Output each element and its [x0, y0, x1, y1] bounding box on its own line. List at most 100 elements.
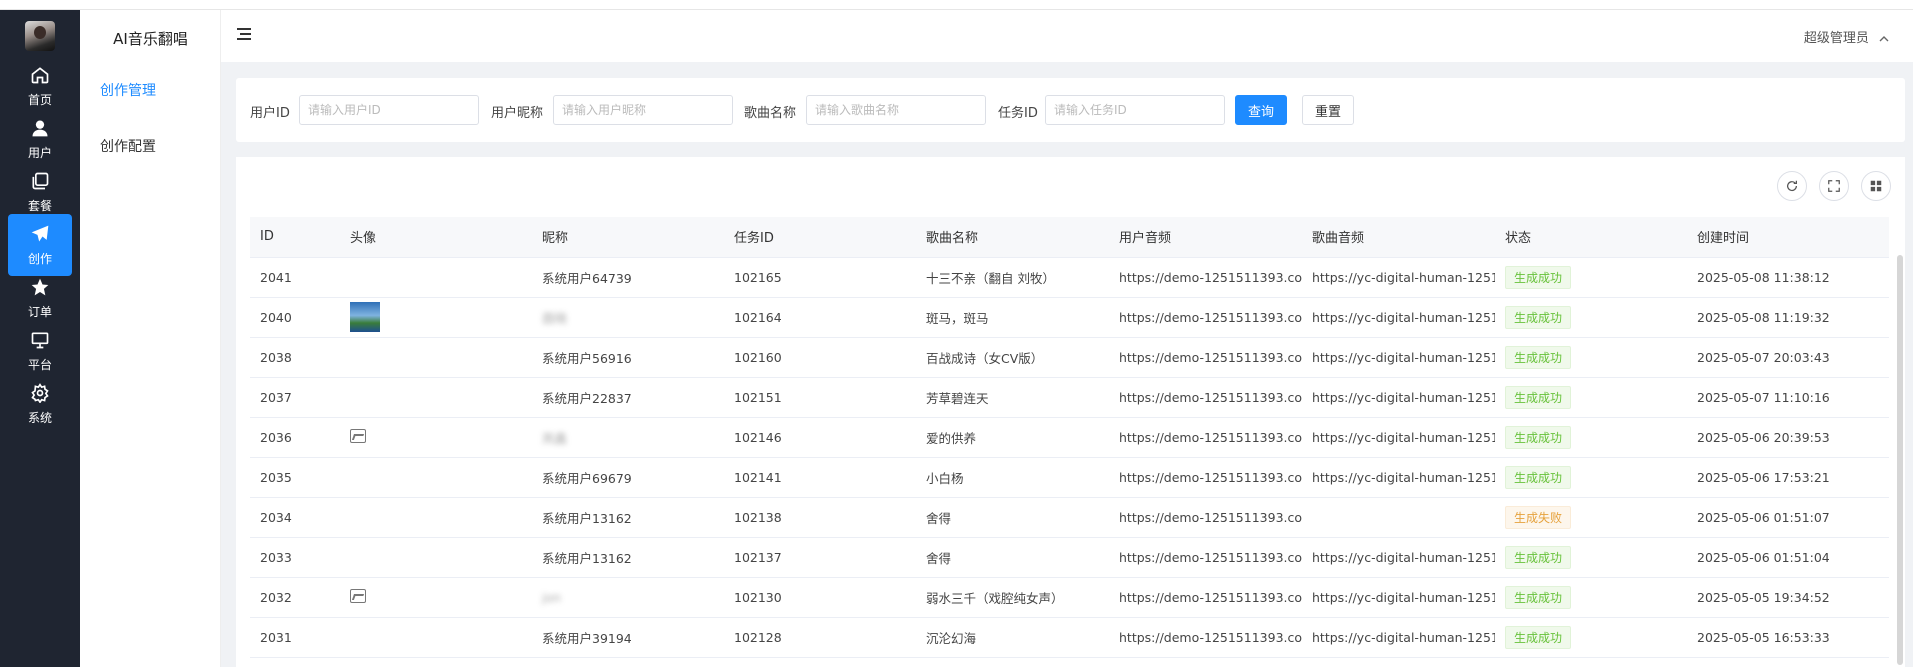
- cell-song-name: 小白杨: [916, 457, 1109, 498]
- table-row: 2041 系统用户64739 102165 十三不亲（翻自 刘牧） https://de…: [250, 257, 1889, 298]
- send-icon: [31, 225, 49, 241]
- task-id-input[interactable]: [1045, 95, 1225, 125]
- query-button[interactable]: 查询: [1235, 95, 1288, 125]
- table-row: 2038 系统用户56916 102160 百战成诗（女CV版） https://dem…: [250, 337, 1889, 378]
- refresh-button[interactable]: [1777, 171, 1807, 201]
- cell-id: 2036: [250, 417, 340, 458]
- reset-button[interactable]: 重置: [1302, 95, 1355, 125]
- cell-user-audio[interactable]: https://demo-1251511393.cos.a: [1109, 297, 1302, 338]
- table-row: 2035 系统用户69679 102141 小白杨 https://demo-12515…: [250, 457, 1889, 498]
- status-badge: 生成成功: [1505, 385, 1572, 409]
- status-badge: 生成成功: [1505, 345, 1572, 369]
- cell-created-time: 2025-05-05 19:34:52: [1687, 577, 1889, 618]
- column-settings-button[interactable]: [1861, 171, 1891, 201]
- user-icon: [32, 120, 48, 136]
- cell-nickname: 系统用户39194: [532, 617, 724, 658]
- cell-song-audio[interactable]: https://yc-digital-human-12515: [1302, 617, 1495, 658]
- song-name-label: 歌曲名称: [744, 106, 797, 121]
- cell-status: 生成成功: [1495, 377, 1687, 418]
- cell-user-audio[interactable]: https://demo-1251511393.cos.a: [1109, 257, 1302, 298]
- cell-song-audio[interactable]: https://yc-digital-human-12515: [1302, 537, 1495, 578]
- cell-song-audio[interactable]: https://yc-digital-human-12515: [1302, 337, 1495, 378]
- home-icon: [31, 66, 49, 83]
- status-badge: 生成成功: [1505, 465, 1572, 489]
- col-song-name: 歌曲名称: [916, 217, 1109, 258]
- cell-user-audio[interactable]: https://demo-1251511393.cos.a: [1109, 337, 1302, 378]
- cell-song-audio[interactable]: https://yc-digital-human-12515: [1302, 457, 1495, 498]
- cell-user-audio[interactable]: https://demo-1251511393.cos.a: [1109, 417, 1302, 458]
- cell-song-audio[interactable]: https://yc-digital-human-12515: [1302, 417, 1495, 458]
- refresh-icon: [1787, 180, 1797, 192]
- cell-created-time: 2025-05-07 20:03:43: [1687, 337, 1889, 378]
- col-user-audio: 用户音频: [1109, 217, 1302, 258]
- cell-song-name: 舍得: [916, 537, 1109, 578]
- top-strip: [0, 0, 1913, 10]
- cell-user-audio[interactable]: https://demo-1251511393.cos.a: [1109, 377, 1302, 418]
- cell-task-id: 102165: [724, 257, 916, 298]
- sidebar-item-system[interactable]: 系统: [8, 373, 72, 435]
- cell-avatar: [340, 337, 532, 378]
- package-icon: [32, 172, 49, 189]
- cell-created-time: 2025-05-08 11:38:12: [1687, 257, 1889, 298]
- secondary-menu: AI音乐翻唱 创作管理 创作配置: [80, 10, 221, 667]
- cell-user-audio[interactable]: https://demo-1251511393.cos.a: [1109, 537, 1302, 578]
- cell-avatar: [340, 257, 532, 298]
- menu-item-create-config[interactable]: 创作配置: [100, 136, 156, 156]
- cell-user-audio[interactable]: https://demo-1251511393.cos.a: [1109, 617, 1302, 658]
- cell-avatar: [340, 457, 532, 498]
- user-id-input[interactable]: [299, 95, 479, 125]
- cell-song-name: 沉沦幻海: [916, 617, 1109, 658]
- cell-id: 2033: [250, 537, 340, 578]
- cell-song-name: 百战成诗（女CV版）: [916, 337, 1109, 378]
- cell-created-time: 2025-05-07 11:10:16: [1687, 377, 1889, 418]
- table-row: 2040 酉晓 102164 斑马，斑马 https://demo-1251511393…: [250, 297, 1889, 338]
- cell-nickname: jon: [532, 577, 724, 618]
- menu-toggle-icon[interactable]: [237, 28, 251, 40]
- image-placeholder-icon: [350, 428, 366, 443]
- user-menu[interactable]: 超级管理员: [1804, 27, 1889, 46]
- fullscreen-button[interactable]: [1819, 171, 1849, 201]
- cell-nickname: 系统用户56916: [532, 337, 724, 378]
- main-sidebar: 首页 用户 套餐 创作 订单 平台 系统: [0, 10, 80, 667]
- col-created-time: 创建时间: [1687, 217, 1889, 258]
- nickname-input[interactable]: [553, 95, 733, 125]
- cell-user-audio[interactable]: https://demo-1251511393.cos.a: [1109, 497, 1302, 538]
- task-id-label: 任务ID: [998, 106, 1038, 121]
- avatar-image[interactable]: [350, 302, 380, 332]
- user-id-label: 用户ID: [250, 106, 290, 121]
- cell-song-name: 弱水三千（戏腔纯女声）: [916, 577, 1109, 618]
- cell-song-audio[interactable]: https://yc-digital-human-12515: [1302, 257, 1495, 298]
- cell-task-id: 102138: [724, 497, 916, 538]
- cell-song-name: 爱的供养: [916, 417, 1109, 458]
- cell-song-audio[interactable]: https://yc-digital-human-12515: [1302, 577, 1495, 618]
- cell-song-audio[interactable]: [1302, 497, 1495, 538]
- cell-user-audio[interactable]: https://demo-1251511393.cos.a: [1109, 457, 1302, 498]
- col-song-audio: 歌曲音频: [1302, 217, 1495, 258]
- cell-nickname: 系统用户69679: [532, 457, 724, 498]
- cell-nickname: 系统用户64739: [532, 257, 724, 298]
- star-icon: [31, 278, 49, 295]
- cell-song-audio[interactable]: https://yc-digital-human-12515: [1302, 377, 1495, 418]
- cell-status: 生成失败: [1495, 497, 1687, 538]
- cell-song-audio[interactable]: https://yc-digital-human-12515: [1302, 297, 1495, 338]
- cell-id: 2035: [250, 457, 340, 498]
- status-badge: 生成失败: [1505, 505, 1572, 529]
- table-scrollbar[interactable]: [1897, 255, 1903, 665]
- status-badge: 生成成功: [1505, 585, 1572, 609]
- cell-nickname: 系统用户13162: [532, 537, 724, 578]
- user-name: 超级管理员: [1803, 31, 1869, 46]
- table-header-row: ID 头像 昵称 任务ID 歌曲名称 用户音频 歌曲音频 状态 创建时间: [250, 217, 1889, 258]
- cell-task-id: 102130: [724, 577, 916, 618]
- song-name-input[interactable]: [806, 95, 986, 125]
- creation-table: ID 头像 昵称 任务ID 歌曲名称 用户音频 歌曲音频 状态 创建时间 204…: [250, 217, 1889, 658]
- gear-icon: [31, 382, 49, 403]
- cell-user-audio[interactable]: https://demo-1251511393.cos.a: [1109, 577, 1302, 618]
- cell-task-id: 102128: [724, 617, 916, 658]
- avatar[interactable]: [25, 21, 55, 51]
- sidebar-item-label: 套餐: [27, 198, 52, 213]
- col-id: ID: [250, 217, 340, 258]
- cell-avatar: [340, 297, 532, 338]
- cell-created-time: 2025-05-06 17:53:21: [1687, 457, 1889, 498]
- menu-item-create-management[interactable]: 创作管理: [100, 80, 156, 100]
- sidebar-item-label: 首页: [27, 92, 52, 107]
